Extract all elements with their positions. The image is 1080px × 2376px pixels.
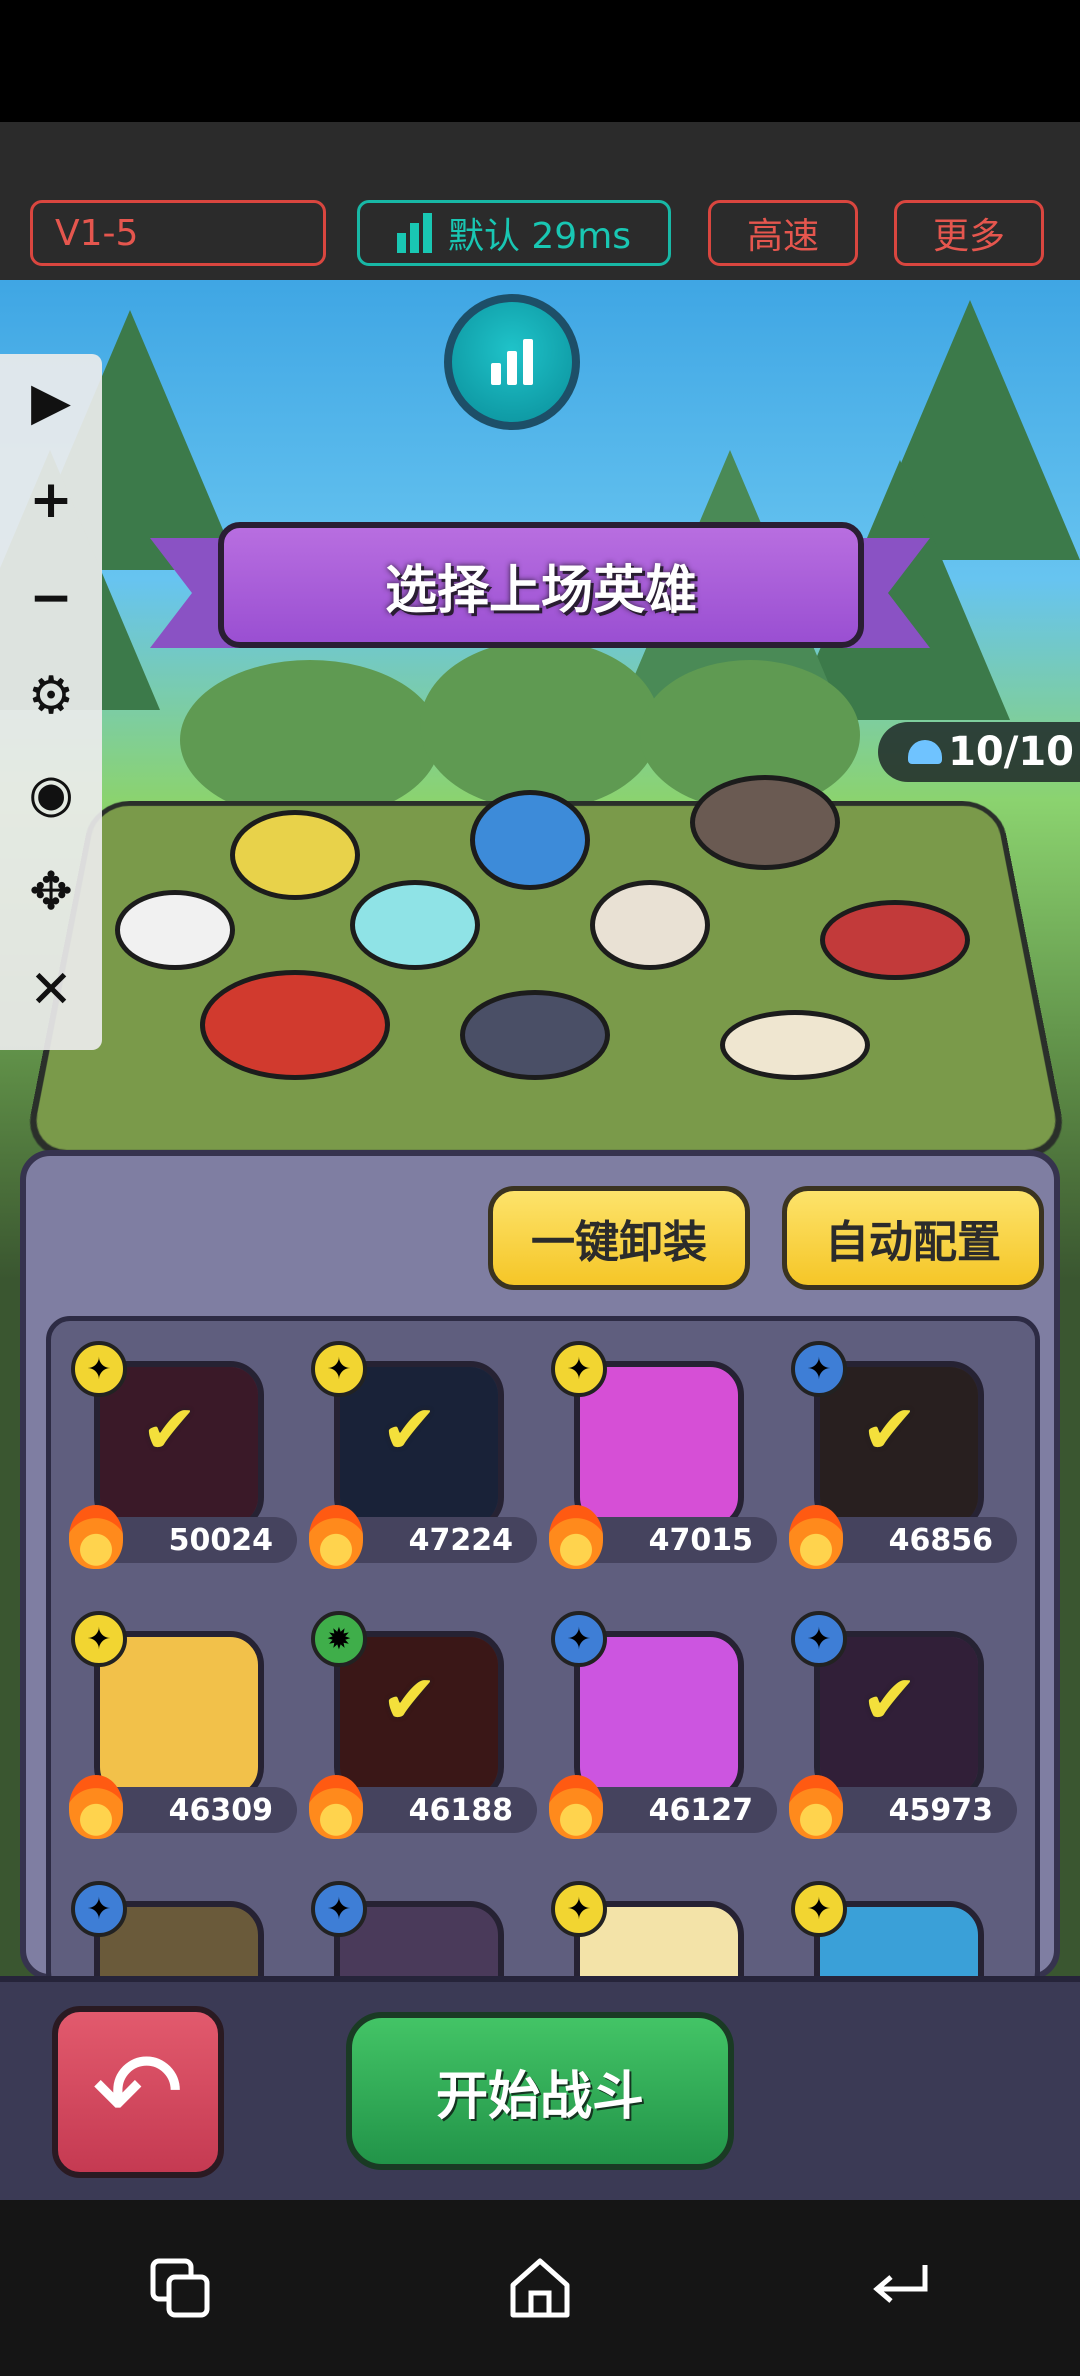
flame-icon [549, 1775, 603, 1839]
hero-mummy-sprite[interactable] [720, 1010, 870, 1080]
action-bar: ↶ 开始战斗 [0, 1976, 1080, 2206]
check-icon: ✔ [381, 1391, 438, 1470]
blue-rank-icon: ✦ [551, 1611, 607, 1667]
system-nav-bar [0, 2200, 1080, 2376]
flame-icon [309, 1505, 363, 1569]
eye-icon[interactable]: ◉ [0, 746, 102, 842]
bar-chart-icon [488, 339, 536, 385]
hero-card[interactable]: ✦ 46127 [549, 1611, 779, 1851]
back-arrow-icon: ↶ [91, 2028, 185, 2156]
status-bar [0, 0, 1080, 122]
check-icon: ✔ [141, 1391, 198, 1470]
back-button[interactable]: ↶ [52, 2006, 224, 2178]
hero-tree-sprite[interactable] [690, 775, 840, 870]
play-icon[interactable]: ▶ [0, 354, 102, 450]
hero-card[interactable]: ✦ 47015 [549, 1341, 779, 1581]
home-icon [510, 2258, 570, 2318]
blue-rank-icon: ✦ [311, 1881, 367, 1937]
hero-card[interactable]: ✦ 46309 [69, 1611, 299, 1851]
network-mode-button[interactable]: 默认 29ms [357, 200, 671, 266]
hero-bunny-sprite[interactable] [350, 880, 480, 970]
gold-rank-icon: ✦ [791, 1881, 847, 1937]
auto-config-button[interactable]: 自动配置 [782, 1186, 1044, 1290]
gear-icon[interactable]: ⚙ [0, 648, 102, 744]
bush-decoration [420, 640, 660, 810]
banner-title: 选择上场英雄 [218, 522, 864, 648]
hero-knight-sprite[interactable] [460, 990, 610, 1080]
check-icon: ✔ [861, 1661, 918, 1740]
hero-dragon-sprite[interactable] [200, 970, 390, 1080]
hero-card[interactable]: ✦ ✔ 50024 [69, 1341, 299, 1581]
hero-leaf-sprite[interactable] [115, 890, 235, 970]
flame-icon [69, 1505, 123, 1569]
back-nav-button[interactable] [840, 2228, 960, 2348]
toolbar: V1-5 默认 29ms 高速 更多 [0, 122, 1080, 280]
home-button[interactable] [480, 2228, 600, 2348]
zoom-in-icon[interactable]: + [0, 452, 102, 548]
flame-icon [549, 1505, 603, 1569]
network-mode-label: 默认 29ms [447, 216, 632, 257]
check-icon: ✔ [861, 1391, 918, 1470]
gold-rank-icon: ✦ [71, 1341, 127, 1397]
start-battle-button[interactable]: 开始战斗 [346, 2012, 734, 2170]
green-rank-icon: ✹ [311, 1611, 367, 1667]
hero-card[interactable]: ✦ ✔ 47224 [309, 1341, 539, 1581]
hero-count: 10/10 [948, 729, 1074, 775]
hero-archer-sprite[interactable] [230, 810, 360, 900]
check-icon: ✔ [381, 1661, 438, 1740]
move-icon[interactable]: ✥ [0, 844, 102, 940]
hero-count-badge: 10/10 [878, 722, 1080, 782]
recent-apps-button[interactable] [120, 2228, 240, 2348]
hero-robot-sprite[interactable] [820, 900, 970, 980]
hero-roster-panel: 一键卸装 自动配置 ✦ ✔ 50024 ✦ ✔ 47224 ✦ 47015 ✦ … [20, 1150, 1060, 2071]
helmet-icon [908, 740, 943, 764]
return-icon [873, 2265, 928, 2303]
hero-squid-sprite[interactable] [590, 880, 710, 970]
hero-card[interactable]: ✹ ✔ 46188 [309, 1611, 539, 1851]
bush-decoration [180, 660, 440, 820]
more-button[interactable]: 更多 [894, 200, 1044, 266]
tool-panel: ▶ + − ⚙ ◉ ✥ ✕ [0, 354, 102, 1050]
flame-icon [309, 1775, 363, 1839]
close-icon[interactable]: ✕ [0, 942, 102, 1038]
hero-wizard-sprite[interactable] [470, 790, 590, 890]
signal-bars-icon [396, 213, 432, 253]
hero-card[interactable]: ✦ ✔ 46856 [789, 1341, 1019, 1581]
level-selector-button[interactable]: V1-5 [30, 200, 326, 266]
flame-icon [69, 1775, 123, 1839]
flame-icon [789, 1505, 843, 1569]
speed-button[interactable]: 高速 [708, 200, 858, 266]
unequip-all-button[interactable]: 一键卸装 [488, 1186, 750, 1290]
stats-button[interactable] [444, 294, 580, 430]
zoom-out-icon[interactable]: − [0, 550, 102, 646]
gold-rank-icon: ✦ [311, 1341, 367, 1397]
blue-rank-icon: ✦ [791, 1341, 847, 1397]
gold-rank-icon: ✦ [551, 1341, 607, 1397]
hero-grid: ✦ ✔ 50024 ✦ ✔ 47224 ✦ 47015 ✦ ✔ 46856 ✦ … [46, 1316, 1040, 2071]
flame-icon [789, 1775, 843, 1839]
hero-card[interactable]: ✦ ✔ 45973 [789, 1611, 1019, 1851]
recent-apps-icon [150, 2258, 210, 2318]
gold-rank-icon: ✦ [551, 1881, 607, 1937]
gold-rank-icon: ✦ [71, 1611, 127, 1667]
blue-rank-icon: ✦ [71, 1881, 127, 1937]
blue-rank-icon: ✦ [791, 1611, 847, 1667]
